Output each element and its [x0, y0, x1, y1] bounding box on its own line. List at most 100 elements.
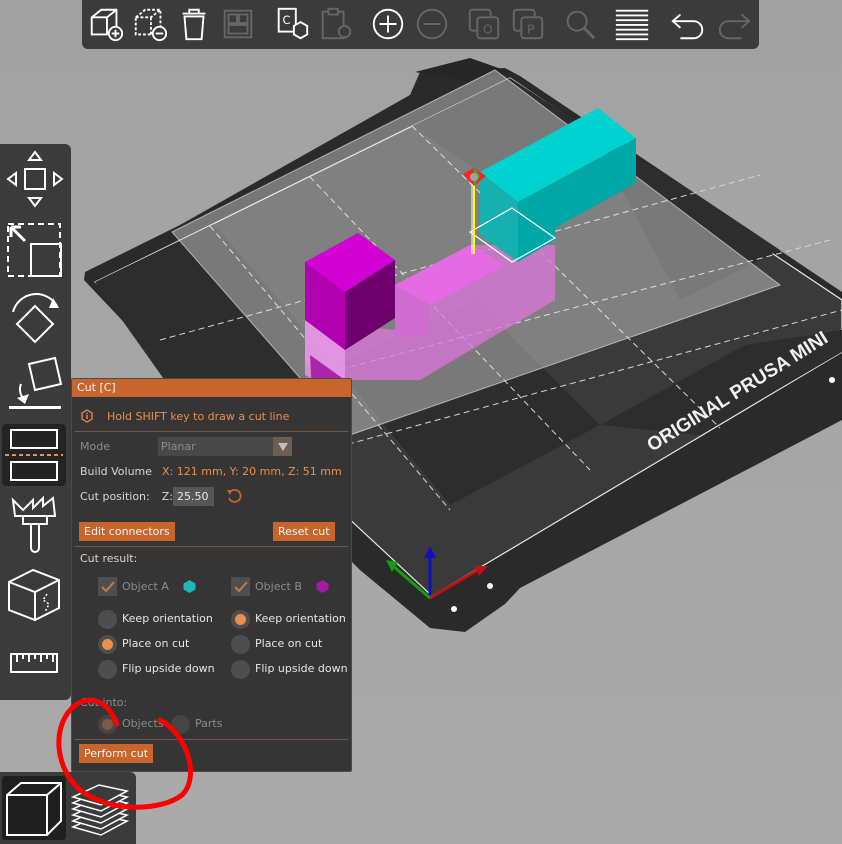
place-on-face-tool-button[interactable]: [2, 354, 66, 416]
perform-cut-button[interactable]: Perform cut: [79, 744, 154, 763]
add-instance-button[interactable]: [368, 4, 408, 44]
delete-all-icon: [182, 8, 206, 41]
object-a-flip-label: Flip upside down: [122, 662, 215, 675]
3d-view-icon: [6, 782, 62, 836]
chevron-down-icon: [273, 437, 292, 456]
delete-button[interactable]: [130, 4, 170, 44]
top-toolbar: C O P: [82, 0, 759, 49]
cut-gizmo-panel: Cut [C] Hold SHIFT key to draw a cut lin…: [71, 378, 352, 772]
cut-into-parts-label: Parts: [195, 717, 223, 730]
object-b-place-on-cut-radio[interactable]: [231, 635, 250, 654]
remove-instance-button[interactable]: [412, 4, 452, 44]
cut-tool-button[interactable]: [2, 424, 66, 486]
hint-row: Hold SHIFT key to draw a cut line: [80, 409, 289, 423]
paint-supports-tool-button[interactable]: [2, 494, 66, 556]
undo-button[interactable]: [668, 4, 708, 44]
paint-supports-icon: [11, 495, 57, 553]
checkmark-icon: [100, 580, 115, 592]
mode-label: Mode: [80, 440, 110, 453]
shift-hint-text: Hold SHIFT key to draw a cut line: [107, 409, 290, 423]
move-tool-button[interactable]: [2, 148, 66, 210]
object-b-keep-orientation-radio[interactable]: [231, 610, 250, 629]
layers-editing-icon: [615, 9, 649, 41]
add-instance-icon: [372, 8, 404, 40]
object-a-place-on-cut-radio[interactable]: [98, 635, 117, 654]
object-a-flip-radio[interactable]: [98, 660, 117, 679]
split-to-objects-icon: O: [468, 8, 500, 40]
delete-all-button[interactable]: [174, 4, 214, 44]
preview-tab[interactable]: [68, 776, 132, 840]
object-b-checkbox[interactable]: [231, 577, 250, 596]
svg-text:O: O: [483, 23, 493, 37]
panel-title: Cut [C]: [72, 379, 351, 397]
info-icon: [81, 409, 93, 423]
object-a-label: Object A: [122, 580, 169, 593]
redo-button[interactable]: [714, 4, 754, 44]
preview-icon: [70, 784, 130, 836]
seam-painting-tool-button[interactable]: [2, 564, 66, 626]
divider: [75, 431, 348, 432]
paste-button[interactable]: [316, 4, 356, 44]
remove-instance-icon: [416, 8, 448, 40]
measure-tool-button[interactable]: [2, 632, 66, 694]
object-a-color-icon: [183, 580, 196, 593]
layers-editing-button[interactable]: [612, 4, 652, 44]
object-b-flip-label: Flip upside down: [255, 662, 348, 675]
cut-position-input[interactable]: 25.50: [173, 487, 214, 506]
arrange-button[interactable]: [218, 4, 258, 44]
copy-button[interactable]: C: [272, 4, 312, 44]
cut-into-parts-radio[interactable]: [171, 715, 190, 734]
object-b-keep-orientation-label: Keep orientation: [255, 612, 346, 625]
cut-into-label: Cut into:: [80, 696, 128, 709]
svg-text:C: C: [283, 13, 291, 27]
split-to-objects-button[interactable]: O: [464, 4, 504, 44]
edit-connectors-button[interactable]: Edit connectors: [79, 522, 175, 541]
object-a-keep-orientation-label: Keep orientation: [122, 612, 213, 625]
reset-position-button[interactable]: [226, 488, 242, 507]
delete-icon: [134, 8, 168, 42]
cut-into-objects-label: Objects: [122, 717, 164, 730]
divider: [75, 739, 348, 740]
place-on-face-icon: [9, 356, 63, 409]
view-selector: [0, 772, 136, 844]
add-object-button[interactable]: [86, 4, 126, 44]
undo-icon: [671, 13, 704, 40]
checkmark-icon: [233, 580, 248, 592]
3d-view-tab[interactable]: [2, 776, 66, 840]
cut-result-label: Cut result:: [80, 552, 138, 565]
object-b-place-on-cut-label: Place on cut: [255, 637, 323, 650]
rotate-icon: [12, 293, 59, 344]
move-icon: [6, 150, 64, 208]
rotate-tool-button[interactable]: [2, 286, 66, 348]
seam-painting-icon: [8, 568, 60, 622]
build-volume-value: X: 121 mm, Y: 20 mm, Z: 51 mm: [162, 465, 342, 478]
paste-icon: [321, 7, 352, 40]
mode-select[interactable]: Planar: [158, 437, 292, 456]
copy-icon: C: [277, 7, 309, 40]
object-b-label: Object B: [255, 580, 302, 593]
object-a-checkbox[interactable]: [98, 577, 117, 596]
object-a-keep-orientation-radio[interactable]: [98, 610, 117, 629]
scale-icon: [7, 223, 62, 277]
measure-icon: [10, 653, 58, 673]
split-to-parts-button[interactable]: P: [508, 4, 548, 44]
svg-text:P: P: [527, 23, 535, 37]
object-b-color-icon: [316, 580, 329, 593]
redo-icon: [718, 13, 751, 40]
left-gizmo-toolbar: [0, 144, 71, 700]
cut-position-label: Cut position:: [80, 490, 150, 503]
reset-cut-button[interactable]: Reset cut: [273, 522, 335, 541]
split-to-parts-icon: P: [512, 8, 544, 40]
build-volume-label: Build Volume: [80, 465, 153, 478]
add-object-icon: [90, 8, 124, 42]
object-b-flip-radio[interactable]: [231, 660, 250, 679]
cut-into-objects-radio[interactable]: [98, 715, 117, 734]
scale-tool-button[interactable]: [2, 218, 66, 280]
arrange-icon: [223, 9, 253, 39]
search-icon: [566, 10, 596, 40]
cut-icon: [5, 429, 63, 481]
divider: [75, 546, 348, 547]
reset-arrow-icon: [227, 488, 242, 503]
mode-select-value: Planar: [161, 440, 196, 453]
search-button[interactable]: [560, 4, 600, 44]
